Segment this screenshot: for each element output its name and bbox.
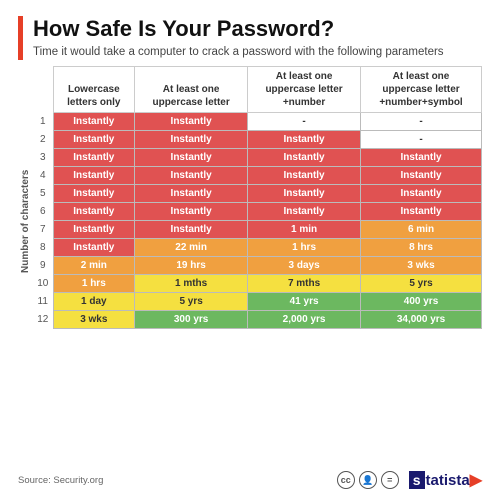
table-cell: 300 yrs [135,311,248,329]
page-title: How Safe Is Your Password? [33,16,444,42]
row-number: 10 [33,275,53,293]
side-label-header [18,67,33,113]
row-number: 2 [33,131,53,149]
table-cell: 5 yrs [135,293,248,311]
table-cell: Instantly [53,185,135,203]
main-container: How Safe Is Your Password? Time it would… [0,0,500,500]
table-cell: Instantly [53,149,135,167]
table-cell: Instantly [361,185,482,203]
table-cell: Instantly [361,203,482,221]
equals-icon: = [381,471,399,489]
table-row: 3InstantlyInstantlyInstantlyInstantly [18,149,482,167]
table-cell: 3 wks [361,257,482,275]
table-row: 111 day5 yrs41 yrs400 yrs [18,293,482,311]
table-row: Number of characters1InstantlyInstantly-… [18,113,482,131]
page-subtitle: Time it would take a computer to crack a… [33,44,444,60]
table-cell: 3 wks [53,311,135,329]
table-cell: 8 hrs [361,239,482,257]
table-cell: 2 min [53,257,135,275]
row-number: 9 [33,257,53,275]
table-cell: 5 yrs [361,275,482,293]
table-cell: Instantly [53,167,135,185]
table-cell: 1 min [248,221,361,239]
row-num-header [33,67,53,113]
table-cell: Instantly [248,185,361,203]
table-cell: Instantly [248,149,361,167]
statista-logo: statista▶ [409,470,482,490]
table-cell: 7 mths [248,275,361,293]
table-cell: 34,000 yrs [361,311,482,329]
table-header-row: Lowercaseletters only At least oneupperc… [18,67,482,113]
table-cell: Instantly [135,185,248,203]
row-number: 7 [33,221,53,239]
table-cell: Instantly [135,167,248,185]
row-number: 4 [33,167,53,185]
table-cell: - [361,113,482,131]
table-row: 4InstantlyInstantlyInstantlyInstantly [18,167,482,185]
statista-arrow: ▶ [470,470,482,490]
table-cell: 1 hrs [248,239,361,257]
row-number: 3 [33,149,53,167]
table-cell: Instantly [135,203,248,221]
table-cell: 22 min [135,239,248,257]
table-cell: Instantly [135,113,248,131]
person-icon: 👤 [359,471,377,489]
table-row: 8Instantly22 min1 hrs8 hrs [18,239,482,257]
table-wrapper: Lowercaseletters only At least oneupperc… [18,66,482,464]
row-number: 11 [33,293,53,311]
col-header-1: Lowercaseletters only [53,67,135,113]
table-cell: 2,000 yrs [248,311,361,329]
table-cell: Instantly [361,149,482,167]
password-table: Lowercaseletters only At least oneupperc… [18,66,482,329]
table-row: 6InstantlyInstantlyInstantlyInstantly [18,203,482,221]
table-cell: Instantly [248,131,361,149]
table-cell: - [248,113,361,131]
accent-bar [18,16,23,60]
title-bar: How Safe Is Your Password? Time it would… [18,16,482,60]
table-cell: Instantly [53,221,135,239]
table-cell: Instantly [248,167,361,185]
table-cell: 1 mths [135,275,248,293]
table-cell: Instantly [135,221,248,239]
footer-right: cc 👤 = statista▶ [337,470,482,490]
row-number: 8 [33,239,53,257]
table-row: 92 min19 hrs3 days3 wks [18,257,482,275]
table-cell: 19 hrs [135,257,248,275]
table-cell: Instantly [53,113,135,131]
table-cell: 6 min [361,221,482,239]
table-cell: 3 days [248,257,361,275]
table-cell: Instantly [361,167,482,185]
table-row: 2InstantlyInstantlyInstantly- [18,131,482,149]
row-number: 6 [33,203,53,221]
footer: Source: Security.org cc 👤 = statista▶ [18,470,482,490]
table-cell: 1 day [53,293,135,311]
col-header-2: At least oneuppercase letter [135,67,248,113]
table-cell: Instantly [135,131,248,149]
source-text: Source: Security.org [18,475,103,486]
cc-icon: cc [337,471,355,489]
table-row: 7InstantlyInstantly1 min6 min [18,221,482,239]
table-row: 5InstantlyInstantlyInstantlyInstantly [18,185,482,203]
col-header-3: At least oneuppercase letter+number [248,67,361,113]
table-cell: Instantly [53,239,135,257]
table-cell: 1 hrs [53,275,135,293]
col-header-4: At least oneuppercase letter+number+symb… [361,67,482,113]
table-cell: Instantly [135,149,248,167]
table-cell: 41 yrs [248,293,361,311]
table-cell: 400 yrs [361,293,482,311]
side-label: Number of characters [18,113,33,329]
row-number: 5 [33,185,53,203]
table-cell: Instantly [248,203,361,221]
table-cell: Instantly [53,203,135,221]
title-text: How Safe Is Your Password? Time it would… [33,16,444,60]
cc-icons: cc 👤 = [337,471,399,489]
table-row: 101 hrs1 mths7 mths5 yrs [18,275,482,293]
table-row: 123 wks300 yrs2,000 yrs34,000 yrs [18,311,482,329]
row-number: 12 [33,311,53,329]
table-cell: Instantly [53,131,135,149]
table-cell: - [361,131,482,149]
row-number: 1 [33,113,53,131]
